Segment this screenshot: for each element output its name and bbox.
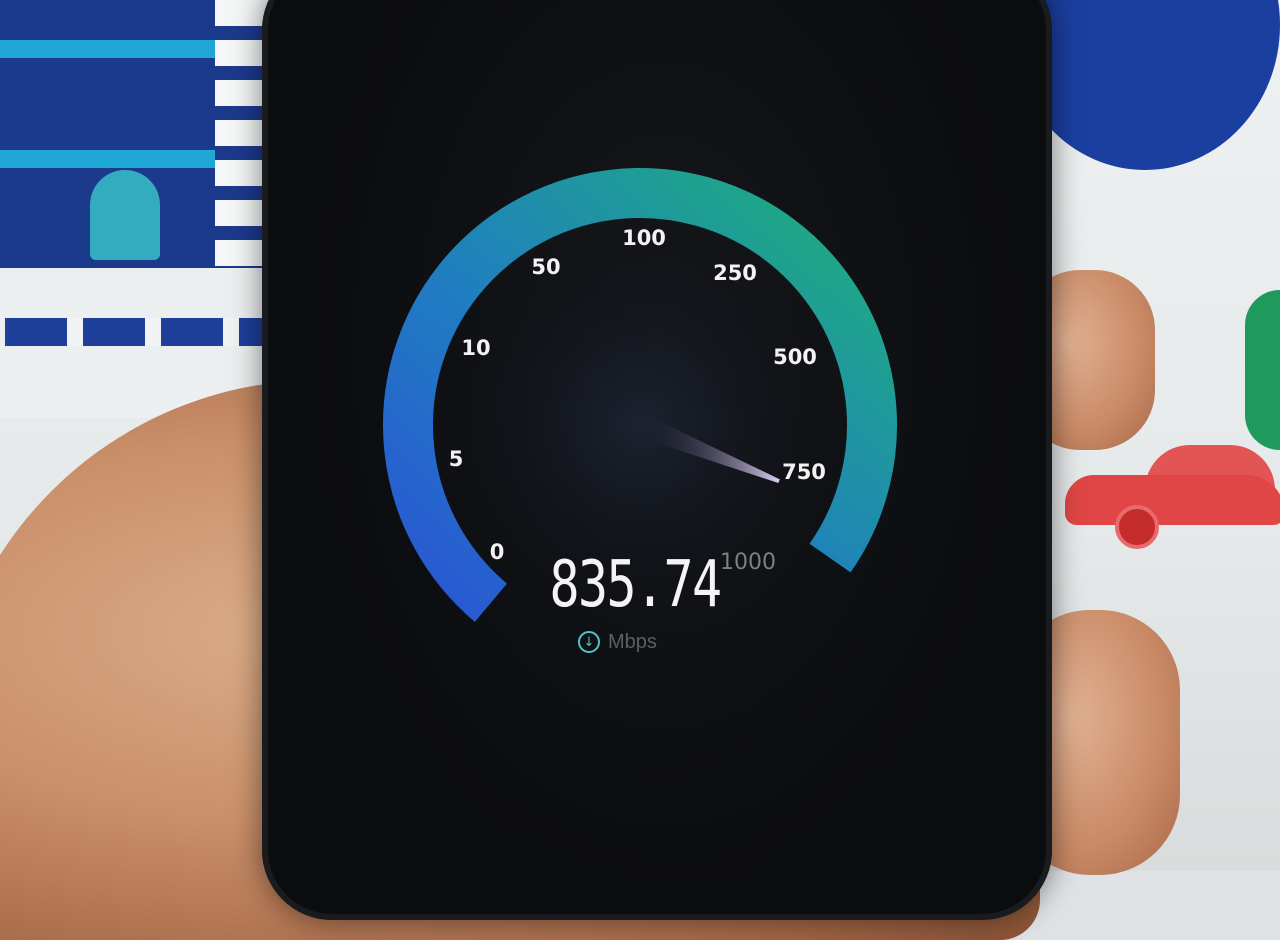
scale-label-0: 0: [490, 540, 505, 564]
scale-label-50: 50: [531, 255, 560, 279]
speed-reading: 835.74: [549, 548, 723, 622]
scale-label-1000: 1000: [720, 550, 776, 575]
speed-unit-row: ↓ Mbps: [578, 628, 657, 656]
scale-label-100: 100: [622, 226, 666, 250]
scale-label-500: 500: [773, 345, 817, 369]
scale-label-5: 5: [449, 447, 464, 471]
scale-label-750: 750: [782, 460, 826, 484]
speed-unit: Mbps: [608, 630, 657, 653]
download-arrow-icon: ↓: [578, 631, 600, 653]
scale-label-250: 250: [713, 261, 757, 285]
scale-label-10: 10: [461, 336, 490, 360]
speed-gauge: 0 5 10 50 100 250 500 750 1000: [383, 168, 897, 635]
